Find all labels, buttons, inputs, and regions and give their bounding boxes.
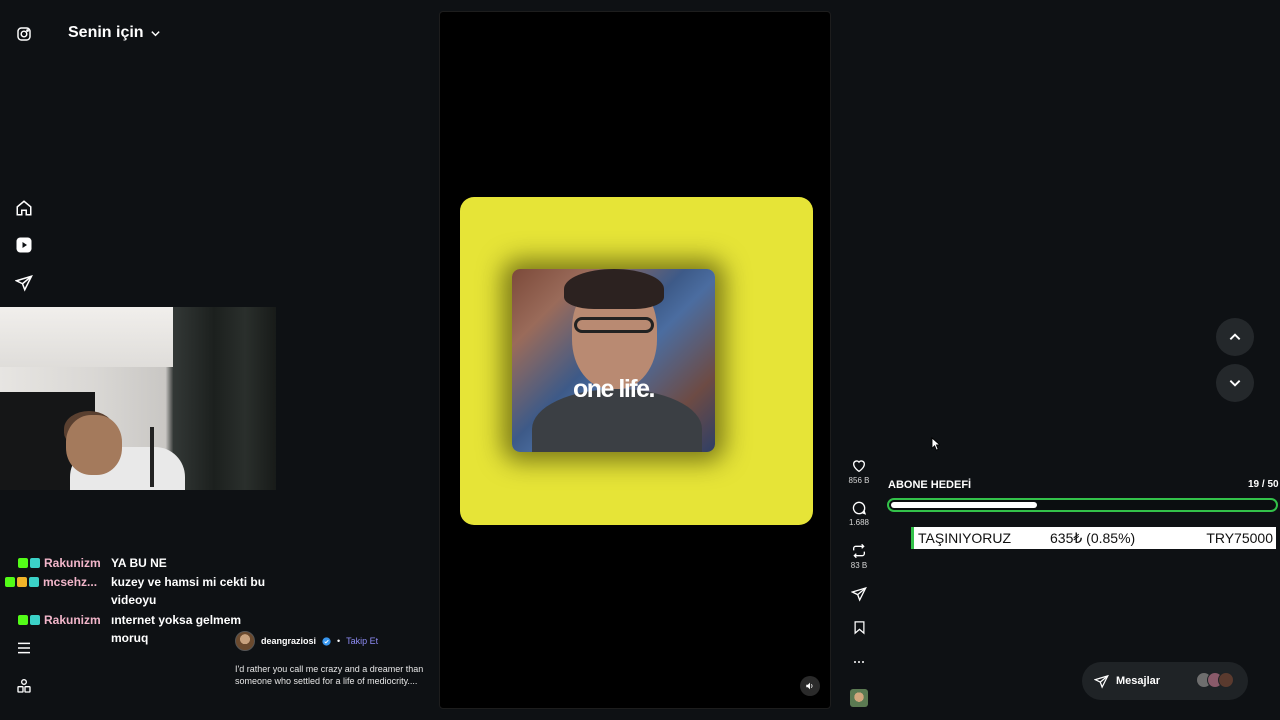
audio-avatar[interactable] — [850, 689, 868, 707]
mouse-cursor-icon — [931, 437, 940, 451]
chat-message: Rakunizm — [0, 554, 101, 572]
goal-count: 19 / 50 — [1248, 479, 1279, 490]
chat-username[interactable]: Rakunizm — [44, 611, 101, 629]
next-reel-button[interactable] — [1216, 364, 1254, 402]
verified-icon — [322, 636, 331, 646]
chat-text: YA BU NE — [111, 556, 167, 570]
chat-message: Rakunizm — [0, 611, 101, 629]
more-icon[interactable] — [14, 676, 34, 696]
feed-title: Senin için — [68, 24, 144, 41]
author-username[interactable]: deangraziosi — [261, 636, 316, 646]
direct-icon — [1094, 674, 1109, 689]
save-button[interactable] — [846, 620, 872, 635]
post-author: deangraziosi • Takip Et — [235, 631, 378, 651]
instagram-icon[interactable] — [14, 24, 34, 44]
chevron-up-icon — [1228, 330, 1242, 344]
goal-progress-bar — [887, 498, 1278, 512]
message-avatars — [1196, 672, 1234, 688]
direct-icon[interactable] — [14, 273, 34, 293]
share-icon — [846, 586, 872, 602]
follow-button[interactable]: Takip Et — [346, 636, 378, 646]
heart-icon — [846, 458, 872, 474]
webcam-feed — [0, 307, 276, 490]
like-count: 856 B — [848, 476, 870, 485]
bookmark-icon — [846, 620, 872, 635]
volume-icon[interactable] — [800, 676, 820, 696]
subscriber-badge-icon — [29, 577, 39, 587]
messages-label: Mesajlar — [1116, 675, 1161, 687]
kick-badge-icon — [18, 615, 28, 625]
more-options-button[interactable] — [846, 656, 872, 668]
embedded-video-clip: one life. — [512, 269, 715, 452]
chat-message: mcsehz... — [0, 573, 97, 591]
kick-badge-icon — [18, 558, 28, 568]
donation-goal-widget: TAŞINIYORUZ 635₺ (0.85%) TRY75000 — [911, 527, 1276, 549]
comment-count: 1.688 — [848, 518, 870, 527]
donation-label: TAŞINIYORUZ — [918, 530, 1012, 546]
ellipsis-icon — [846, 656, 872, 668]
kick-badge-icon — [5, 577, 15, 587]
feed-selector[interactable]: Senin için — [68, 24, 161, 42]
separator: • — [337, 636, 341, 646]
home-icon[interactable] — [14, 198, 34, 218]
reels-icon[interactable] — [14, 235, 34, 255]
comment-button[interactable]: 1.688 — [846, 500, 872, 527]
menu-icon[interactable] — [14, 638, 34, 658]
post-caption: I'd rather you call me crazy and a dream… — [235, 664, 424, 686]
like-button[interactable]: 856 B — [846, 458, 872, 485]
avatar — [1218, 672, 1234, 688]
chat-username[interactable]: Rakunizm — [44, 554, 101, 572]
goal-title: ABONE HEDEFİ — [888, 479, 972, 491]
chevron-down-icon — [150, 28, 161, 39]
goal-progress-fill — [891, 502, 1037, 508]
video-frame-background: one life. — [460, 197, 813, 525]
repost-count: 83 B — [850, 561, 868, 570]
author-avatar[interactable] — [235, 631, 255, 651]
subscriber-badge-icon — [30, 615, 40, 625]
donation-target: TRY75000 — [1206, 530, 1273, 546]
share-button[interactable] — [846, 586, 872, 602]
video-overlay-text: one life. — [573, 375, 655, 403]
repost-icon — [846, 543, 872, 559]
reel-video[interactable]: one life. — [439, 11, 831, 709]
comment-icon — [846, 500, 872, 516]
chevron-down-icon — [1228, 376, 1242, 390]
crown-badge-icon — [17, 577, 27, 587]
chat-username[interactable]: mcsehz... — [43, 573, 97, 591]
donation-amount: 635₺ (0.85%) — [1050, 529, 1136, 546]
chat-text: kuzey ve hamsi mi cekti bu videoyu — [111, 575, 266, 607]
subscriber-badge-icon — [30, 558, 40, 568]
repost-button[interactable]: 83 B — [846, 543, 872, 570]
messages-button[interactable]: Mesajlar — [1082, 662, 1248, 700]
previous-reel-button[interactable] — [1216, 318, 1254, 356]
